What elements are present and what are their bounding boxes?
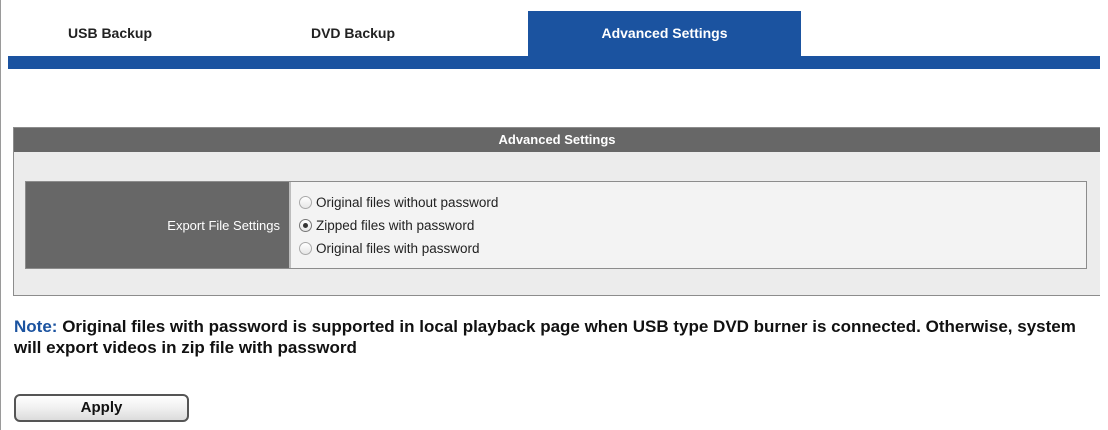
advanced-settings-panel: Advanced Settings Export File Settings O… — [13, 127, 1100, 296]
tab-advanced-settings[interactable]: Advanced Settings — [528, 11, 801, 56]
tab-underline-bar — [8, 56, 1100, 69]
option-original-no-password[interactable]: Original files without password — [299, 191, 498, 214]
option-original-with-password[interactable]: Original files with password — [299, 237, 498, 260]
tab-bar: USB Backup DVD Backup Advanced Settings — [8, 11, 801, 56]
radio-original-with-password[interactable] — [299, 242, 312, 255]
export-file-settings-row: Export File Settings Original files with… — [25, 181, 1087, 269]
export-options-group: Original files without password Zipped f… — [291, 182, 498, 268]
tab-dvd-backup[interactable]: DVD Backup — [178, 11, 528, 56]
panel-title: Advanced Settings — [14, 128, 1100, 152]
frame-border — [0, 0, 1, 430]
radio-original-no-password[interactable] — [299, 196, 312, 209]
option-label: Zipped files with password — [316, 218, 475, 233]
note-body: Original files with password is supporte… — [14, 317, 1076, 357]
option-zipped-with-password[interactable]: Zipped files with password — [299, 214, 498, 237]
export-file-settings-label: Export File Settings — [26, 182, 291, 268]
note-text: Note: Original files with password is su… — [14, 316, 1084, 358]
tab-usb-backup[interactable]: USB Backup — [8, 11, 178, 56]
note-prefix: Note: — [14, 317, 58, 336]
apply-button[interactable]: Apply — [14, 394, 189, 422]
option-label: Original files without password — [316, 195, 499, 210]
option-label: Original files with password — [316, 241, 480, 256]
radio-zipped-with-password[interactable] — [299, 219, 312, 232]
